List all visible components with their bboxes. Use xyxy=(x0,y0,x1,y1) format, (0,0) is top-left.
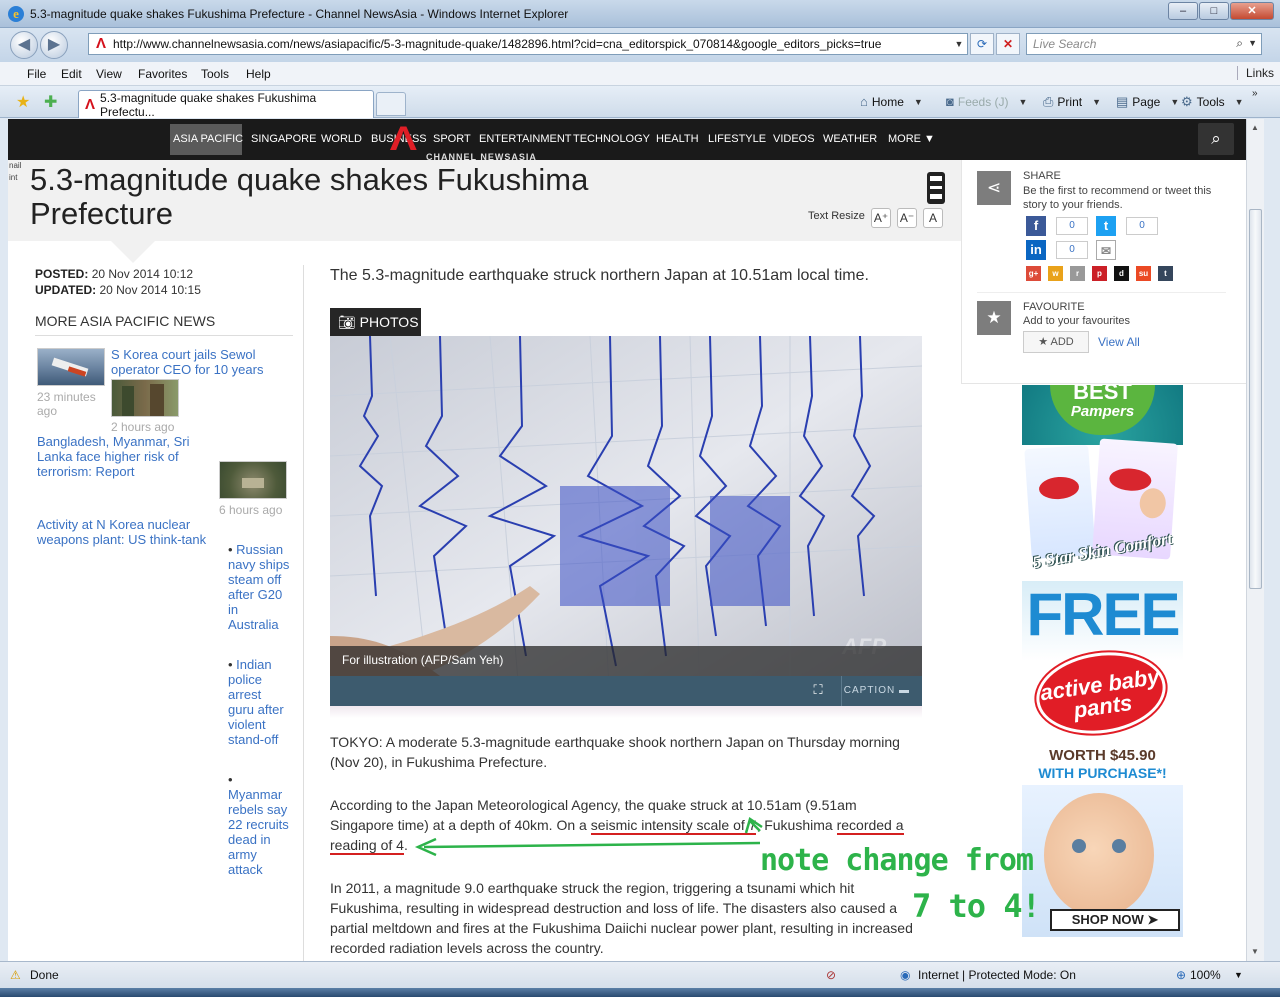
page-menu-button[interactable]: ▤ Page ▼ xyxy=(1116,94,1179,110)
address-url[interactable]: http://www.channelnewsasia.com/news/asia… xyxy=(113,37,951,51)
search-icon[interactable]: ⌕ xyxy=(1236,36,1243,51)
popup-blocker-icon[interactable]: ⊘ xyxy=(826,968,836,982)
menu-edit[interactable]: Edit xyxy=(61,67,82,81)
annotation-overlay xyxy=(414,817,763,857)
back-button[interactable]: ◀ xyxy=(10,31,38,59)
page-icon: ▤ xyxy=(1116,94,1129,109)
menu-file[interactable]: File xyxy=(27,67,46,81)
tab-title: 5.3-magnitude quake shakes Fukushima Pre… xyxy=(100,90,317,119)
home-icon: ⌂ xyxy=(860,94,868,109)
site-favicon-icon: Λ xyxy=(95,35,106,52)
menu-view[interactable]: View xyxy=(96,67,122,81)
annotation-text-1: note change from xyxy=(760,843,1034,878)
print-dropdown-icon[interactable]: ▼ xyxy=(1092,97,1101,107)
web-page: ASIA PACIFIC SINGAPORE WORLD BUSINESS SP… xyxy=(8,119,1246,961)
gear-icon: ⚙ xyxy=(1181,94,1193,109)
menu-favorites[interactable]: Favorites xyxy=(138,67,187,81)
back-arrow-icon: ◀ xyxy=(17,36,31,53)
zoom-level[interactable]: 100% xyxy=(1190,968,1221,982)
warning-icon: ⚠ xyxy=(10,968,21,982)
favorites-center-icon[interactable]: ★ xyxy=(16,92,30,112)
tab-active[interactable]: Λ 5.3-magnitude quake shakes Fukushima P… xyxy=(78,90,374,119)
feeds-button[interactable]: ◙ Feeds (J) ▼ xyxy=(946,94,1027,109)
page-scrollbar[interactable]: ▲ ▼ xyxy=(1246,119,1264,961)
zoom-dropdown-icon[interactable]: ▼ xyxy=(1234,970,1243,980)
chevron-more-icon[interactable]: » xyxy=(1252,88,1258,99)
scroll-thumb[interactable] xyxy=(1249,209,1262,589)
tools-menu-button[interactable]: ⚙ Tools ▼ xyxy=(1181,94,1244,110)
maximize-button[interactable]: □ xyxy=(1199,2,1229,20)
menu-tools[interactable]: Tools xyxy=(201,67,229,81)
printer-icon: ⎙ xyxy=(1043,94,1054,109)
close-button[interactable]: ✕ xyxy=(1230,2,1274,20)
status-bar: ⚠ Done ⊘ ◉ Internet | Protected Mode: On… xyxy=(0,961,1280,988)
forward-button[interactable]: ▶ xyxy=(40,31,68,59)
status-done: Done xyxy=(30,968,59,982)
refresh-icon: ⟳ xyxy=(976,37,988,51)
tab-favicon-icon: Λ xyxy=(85,96,96,113)
feeds-icon: ◙ xyxy=(946,94,954,109)
stop-button[interactable]: ✕ xyxy=(996,33,1020,55)
search-dropdown-icon[interactable]: ▼ xyxy=(1248,38,1257,48)
taskbar xyxy=(0,988,1280,997)
tab-row: ★ ✚ Λ 5.3-magnitude quake shakes Fukushi… xyxy=(0,86,1280,119)
address-row: ◀ ▶ Λ http://www.channelnewsasia.com/new… xyxy=(0,28,1280,62)
live-search-input[interactable]: Live Search ⌕ ▼ xyxy=(1026,33,1262,55)
address-dropdown-icon[interactable]: ▼ xyxy=(951,39,967,49)
feeds-dropdown-icon[interactable]: ▼ xyxy=(1019,97,1028,107)
menu-help[interactable]: Help xyxy=(246,67,271,81)
window-title: 5.3-magnitude quake shakes Fukushima Pre… xyxy=(30,7,569,21)
home-button[interactable]: ⌂ Home ▼ xyxy=(860,94,923,109)
window-controls: – □ ✕ xyxy=(1168,2,1274,20)
add-favorite-icon[interactable]: ✚ xyxy=(44,92,57,112)
scroll-up-icon[interactable]: ▲ xyxy=(1251,123,1259,132)
ie-logo-icon: e xyxy=(8,6,24,22)
globe-icon: ◉ xyxy=(900,968,911,982)
search-placeholder: Live Search xyxy=(1033,37,1097,51)
tools-dropdown-icon[interactable]: ▼ xyxy=(1235,97,1244,107)
new-tab-button[interactable] xyxy=(376,92,406,116)
stop-icon: ✕ xyxy=(1002,37,1014,51)
security-zone[interactable]: Internet | Protected Mode: On xyxy=(918,968,1076,982)
menu-bar: File Edit View Favorites Tools Help Link… xyxy=(0,62,1280,86)
address-bar[interactable]: Λ http://www.channelnewsasia.com/news/as… xyxy=(88,33,968,55)
minimize-button[interactable]: – xyxy=(1168,2,1198,20)
print-button[interactable]: ⎙ Print ▼ xyxy=(1043,94,1101,110)
scroll-down-icon[interactable]: ▼ xyxy=(1251,947,1259,956)
annotation-text-2: 7 to 4! xyxy=(912,887,1041,925)
home-dropdown-icon[interactable]: ▼ xyxy=(914,97,923,107)
zoom-icon: ⊕ xyxy=(1176,968,1187,982)
refresh-button[interactable]: ⟳ xyxy=(970,33,994,55)
window-title-bar: e 5.3-magnitude quake shakes Fukushima P… xyxy=(0,0,1280,28)
links-toolbar[interactable]: Links xyxy=(1236,66,1274,80)
page-dropdown-icon[interactable]: ▼ xyxy=(1170,97,1179,107)
annotation-arrow-left xyxy=(423,841,761,849)
forward-arrow-icon: ▶ xyxy=(47,36,61,53)
